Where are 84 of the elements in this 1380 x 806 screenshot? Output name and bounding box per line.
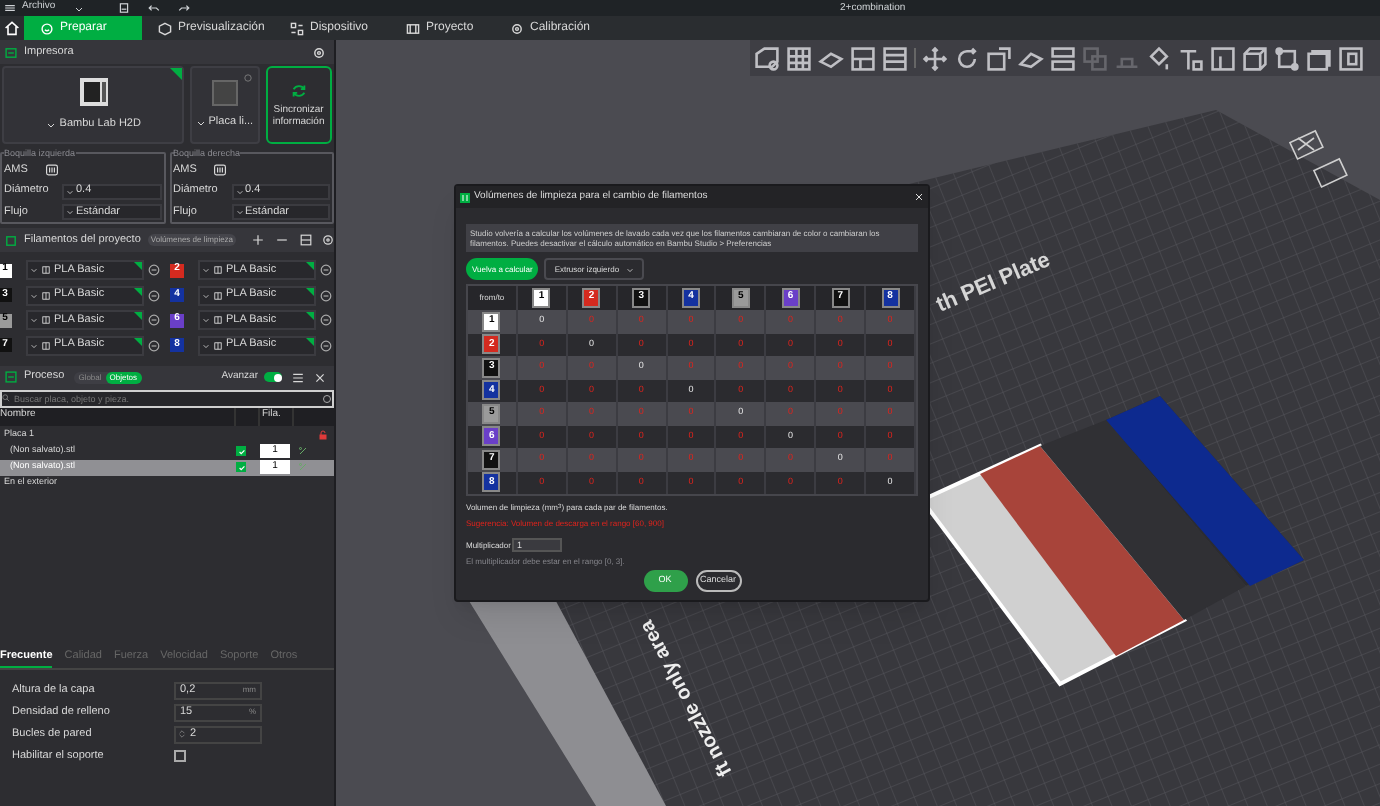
undo-icon[interactable] — [147, 2, 160, 14]
percent-icon[interactable] — [298, 446, 308, 456]
remove-icon[interactable] — [320, 314, 332, 326]
process-icon — [4, 370, 18, 384]
caret-icon — [202, 316, 210, 324]
save-icon[interactable] — [117, 2, 130, 14]
settings-icon[interactable] — [321, 234, 334, 246]
corner-mark — [306, 312, 314, 320]
box-icon[interactable] — [1242, 45, 1268, 71]
caret-icon — [202, 341, 210, 349]
caret-icon — [66, 187, 74, 195]
rotate-icon[interactable] — [954, 45, 980, 71]
settings-icon — [322, 393, 332, 403]
corner-mark — [134, 337, 142, 345]
split-icon[interactable] — [314, 371, 326, 383]
spool-icon — [42, 341, 50, 349]
caret-icon — [30, 341, 38, 349]
remove-icon[interactable] — [148, 264, 160, 276]
assemble-icon[interactable] — [1274, 45, 1300, 71]
redo-icon[interactable] — [177, 2, 190, 14]
remove-icon[interactable] — [148, 314, 160, 326]
advanced-switch[interactable] — [264, 372, 282, 382]
corner-mark — [306, 287, 314, 295]
text-icon[interactable] — [1178, 45, 1204, 71]
spool-icon — [214, 341, 222, 349]
remove-icon[interactable] — [320, 339, 332, 351]
caret-icon — [202, 266, 210, 274]
palette-icon[interactable] — [299, 234, 312, 246]
cut-icon[interactable] — [1050, 45, 1076, 71]
move-icon[interactable] — [922, 45, 948, 71]
remove-icon[interactable] — [148, 289, 160, 301]
tab-icon — [158, 21, 172, 35]
plus-icon[interactable] — [251, 234, 264, 246]
caret-icon — [625, 265, 634, 273]
paint-icon[interactable] — [1146, 45, 1172, 71]
grid-icon[interactable] — [786, 45, 812, 71]
info-icon — [243, 74, 252, 82]
refresh-icon — [289, 82, 308, 100]
corner-tools-drawing — [1288, 129, 1348, 189]
spool-icon — [214, 316, 222, 324]
scale-icon[interactable] — [986, 45, 1012, 71]
spool-icon — [42, 266, 50, 274]
count-icon[interactable] — [1338, 45, 1364, 71]
add-cube-icon[interactable] — [754, 45, 780, 71]
remove-icon[interactable] — [320, 264, 332, 276]
spool-icon — [42, 291, 50, 299]
layers-icon[interactable] — [882, 45, 908, 71]
spool-icon — [214, 291, 222, 299]
measure-icon[interactable] — [1210, 45, 1236, 71]
home-icon[interactable] — [4, 20, 20, 36]
caret-icon — [202, 291, 210, 299]
lock-icon[interactable] — [318, 430, 328, 440]
caret-icon — [30, 316, 38, 324]
tab-icon — [510, 21, 524, 35]
app-icon — [460, 191, 470, 203]
corner-mark — [306, 337, 314, 345]
plate-label: th PEI Plate — [932, 248, 1054, 318]
remove-icon[interactable] — [148, 339, 160, 351]
corner-mark — [306, 262, 314, 270]
checkbox[interactable] — [174, 750, 186, 762]
corner-mark — [134, 262, 142, 270]
tab-icon — [406, 21, 420, 35]
stack-icon[interactable] — [1306, 45, 1332, 71]
filament-icon — [4, 233, 18, 247]
search-icon — [2, 394, 10, 402]
tab-icon — [40, 21, 54, 35]
menu-icon — [4, 2, 16, 14]
printer-icon — [77, 76, 110, 109]
spool-icon — [42, 316, 50, 324]
corner-mark — [134, 287, 142, 295]
remove-icon[interactable] — [320, 289, 332, 301]
caret-icon — [30, 291, 38, 299]
list-icon[interactable] — [292, 371, 304, 383]
spool-icon — [214, 266, 222, 274]
tab-icon — [290, 21, 304, 35]
minus-icon[interactable] — [275, 234, 288, 246]
settings-icon[interactable] — [312, 45, 326, 59]
plate-icon — [211, 79, 238, 106]
corner-mark — [134, 312, 142, 320]
layout-icon[interactable] — [850, 45, 876, 71]
printer-icon — [4, 45, 18, 59]
caret-icon — [235, 187, 243, 195]
close-icon[interactable] — [914, 192, 924, 202]
caret-icon — [30, 266, 38, 274]
